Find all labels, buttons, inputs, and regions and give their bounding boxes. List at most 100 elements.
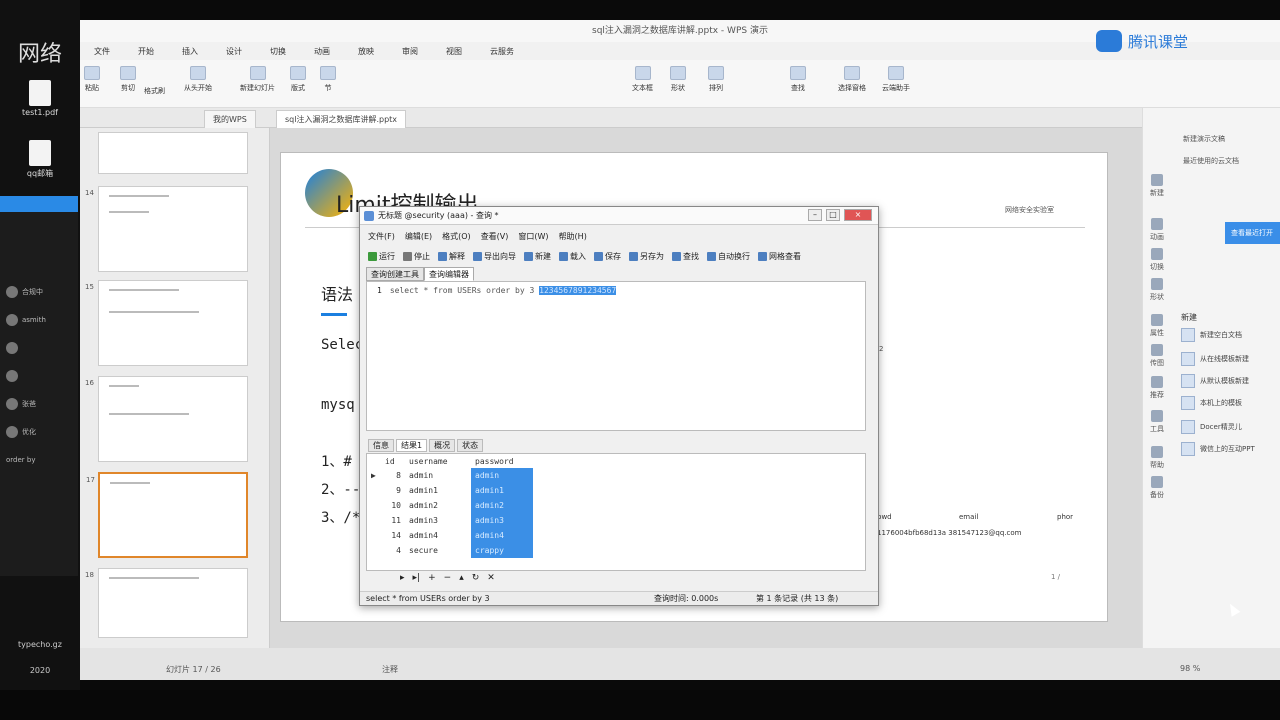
wechat-ppt-item[interactable]: 微信上的互动PPT [1181,442,1255,456]
tab-status[interactable]: 状态 [457,439,484,452]
new-slide-button[interactable]: 新建幻灯片 [240,66,275,93]
menu-transition[interactable]: 切换 [270,46,286,57]
desktop-icon-qqmail[interactable]: qq邮箱 [4,140,76,179]
table-row[interactable]: 10 admin2 admin2 [367,498,533,513]
load-button[interactable]: 载入 [559,251,586,262]
cell-password[interactable]: admin2 [471,498,533,513]
side-recommend[interactable]: 推荐 [1145,376,1169,400]
nav-last-button[interactable]: ▸| [413,573,421,583]
menu-insert[interactable]: 插入 [182,46,198,57]
menu-animation[interactable]: 动画 [314,46,330,57]
word-wrap-button[interactable]: 自动换行 [707,251,750,262]
tab-my-wps[interactable]: 我的WPS [204,110,256,128]
help-button[interactable]: 云端助手 [882,66,910,93]
menu-slideshow[interactable]: 放映 [358,46,374,57]
zoom-level[interactable]: 98 % [1180,664,1200,673]
delete-record-button[interactable]: − [444,573,452,583]
column-header-id[interactable]: id [381,454,405,468]
paste-button[interactable]: 粘贴 [84,66,100,93]
layout-button[interactable]: 版式 [290,66,306,93]
qmenu-edit[interactable]: 编辑(E) [405,231,432,242]
cell-username[interactable]: admin4 [405,528,471,543]
from-start-button[interactable]: 从头开始 [184,66,212,93]
qmenu-file[interactable]: 文件(F) [368,231,395,242]
cell-id[interactable]: 9 [381,483,405,498]
side-backup[interactable]: 备份 [1145,476,1169,500]
side-upload-image[interactable]: 传图 [1145,344,1169,368]
close-button[interactable]: × [844,209,872,221]
section-button[interactable]: 节 [320,66,336,93]
tab-result1[interactable]: 结果1 [396,439,428,452]
desktop-icon-test-pdf[interactable]: test1.pdf [4,80,76,117]
cell-username[interactable]: admin [405,468,471,483]
tab-query-editor[interactable]: 查询编辑器 [424,267,474,281]
cell-id[interactable]: 4 [381,543,405,558]
arrange-button[interactable]: 排列 [708,66,724,93]
maximize-button[interactable]: □ [826,209,840,221]
run-button[interactable]: 运行 [368,251,395,262]
tab-info[interactable]: 信息 [368,439,394,452]
cell-id[interactable]: 8 [381,468,405,483]
menu-cloud[interactable]: 云服务 [490,46,514,57]
cell-id[interactable]: 14 [381,528,405,543]
desktop-icon-typecho[interactable]: typecho.gz [4,640,76,649]
minimize-button[interactable]: – [808,209,822,221]
table-row[interactable]: 9 admin1 admin1 [367,483,533,498]
column-header-password[interactable]: password [471,454,533,468]
side-help[interactable]: 帮助 [1145,446,1169,470]
cell-username[interactable]: admin1 [405,483,471,498]
table-row[interactable]: 14 admin4 admin4 [367,528,533,543]
cell-password[interactable]: admin3 [471,513,533,528]
docer-item[interactable]: Docer精灵儿 [1181,420,1242,434]
column-header-username[interactable]: username [405,454,471,468]
qmenu-help[interactable]: 帮助(H) [559,231,587,242]
table-row[interactable]: 4 secure crappy [367,543,533,558]
slide-thumbnail[interactable]: 14 [85,186,248,272]
query-window[interactable]: 无标题 @security (aaa) - 查询 * – □ × 文件(F) 编… [359,206,879,606]
cell-password[interactable]: crappy [471,543,533,558]
add-record-button[interactable]: + [428,573,436,583]
grid-view-button[interactable]: 网格查看 [758,251,801,262]
menu-design[interactable]: 设计 [226,46,242,57]
open-recent-button[interactable]: 查看最近打开 [1225,222,1280,244]
menu-file[interactable]: 文件 [94,46,110,57]
menu-home[interactable]: 开始 [138,46,154,57]
side-animation[interactable]: 动画 [1145,218,1169,242]
cell-id[interactable]: 11 [381,513,405,528]
slide-thumbnail[interactable]: 15 [85,280,248,366]
slide-thumbnail[interactable]: 16 [85,376,248,462]
tab-profile[interactable]: 概况 [429,439,456,452]
menu-review[interactable]: 审阅 [402,46,418,57]
qmenu-window[interactable]: 窗口(W) [518,231,548,242]
cell-username[interactable]: secure [405,543,471,558]
stop-button[interactable]: ✕ [487,573,495,583]
cut-button[interactable]: 剪切 [120,66,136,93]
notes-toggle[interactable]: 注释 [382,664,398,675]
chat-row[interactable] [0,334,78,362]
refresh-button[interactable]: ↻ [472,573,480,583]
nav-next-button[interactable]: ▸ [400,573,405,583]
table-row[interactable]: 11 admin3 admin3 [367,513,533,528]
slide-thumbnail[interactable] [98,132,248,174]
tab-current-doc[interactable]: sql注入漏洞之数据库讲解.pptx [276,110,407,128]
side-new[interactable]: 新建 [1145,174,1169,198]
slide-thumbnail[interactable]: 18 [85,568,248,638]
find-button[interactable]: 查找 [790,66,806,93]
export-wizard-button[interactable]: 导出向导 [473,251,516,262]
local-templates[interactable]: 本机上的模板 [1181,396,1242,410]
save-as-button[interactable]: 另存为 [629,251,664,262]
chat-row[interactable]: 优化 [0,418,78,446]
chat-row[interactable]: 合规中 [0,278,78,306]
find-button[interactable]: 查找 [672,251,699,262]
chat-row[interactable] [0,362,78,390]
pane-header[interactable]: 新建演示文稿 [1183,134,1225,144]
new-from-default-template[interactable]: 从默认模板新建 [1181,374,1249,388]
side-tools[interactable]: 工具 [1145,410,1169,434]
text-box-button[interactable]: 文本框 [632,66,653,93]
format-painter-button[interactable]: 格式刷 [144,86,165,96]
cell-password[interactable]: admin1 [471,483,533,498]
sql-editor[interactable]: 1 select * from USERs order by 3 12345678… [366,281,866,431]
chat-row[interactable]: asmith [0,306,78,334]
cell-password[interactable]: admin4 [471,528,533,543]
side-shape[interactable]: 形状 [1145,278,1169,302]
